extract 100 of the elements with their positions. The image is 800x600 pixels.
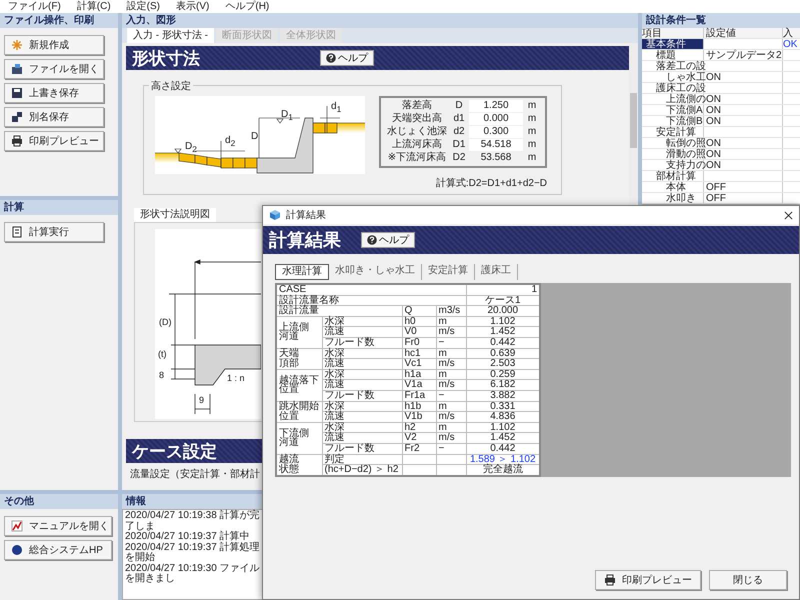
tree-item[interactable]: 落差工の設 (642, 61, 704, 71)
unit-label: m (526, 152, 538, 164)
table-cell: m/s (436, 380, 466, 390)
tree-item[interactable]: 部材計算 (642, 171, 704, 181)
number-field[interactable]: 54.518 (469, 139, 523, 151)
table-cell: m/s (436, 358, 466, 370)
log-entry: 2020/04/27 10:19:37 計算処理を開始 (125, 542, 261, 564)
table-cell: m (436, 422, 466, 433)
setting-value: ON (706, 138, 721, 149)
folder-icon (11, 63, 23, 75)
printer-icon (604, 574, 616, 586)
tree-item[interactable]: 基本条件 (642, 39, 704, 49)
menu-item[interactable]: ファイル(F) (8, 0, 61, 13)
setting-value: OFF (706, 182, 726, 193)
close-icon[interactable] (784, 210, 793, 220)
tree-item[interactable]: 下流側B (642, 116, 704, 126)
toolbar-button[interactable]: 新規作成 (4, 35, 104, 55)
tree-item[interactable]: 転倒の照 (642, 138, 704, 148)
table-cell: V0 (402, 326, 436, 338)
toolbar-button[interactable]: 別名保存 (4, 107, 104, 127)
printer-icon (11, 135, 23, 147)
section-header: その他 (0, 494, 118, 509)
tree-item[interactable]: 上流側の (642, 94, 704, 104)
table-cell: フルード数 (322, 443, 402, 454)
save-as-icon (11, 111, 23, 123)
table-cell: h2 (402, 422, 436, 433)
help-button[interactable]: ヘルプ (361, 232, 415, 248)
setting-value: ON (706, 72, 721, 83)
tab[interactable]: 形状寸法説明図 (134, 208, 216, 222)
setting-value: ON (706, 94, 721, 105)
toolbar-button[interactable]: ファイルを開く (4, 59, 104, 79)
section-header: ファイル操作、印刷 (0, 13, 118, 28)
unit-label: m (526, 126, 538, 138)
tab[interactable]: 安定計算 (422, 264, 475, 280)
table-cell: CASE (276, 284, 466, 296)
setting-value: ON (706, 160, 721, 171)
tree-item[interactable]: 水叩き (642, 193, 704, 203)
table-cell: V1b (402, 412, 436, 422)
table-cell: 水深 (322, 369, 402, 380)
dimension-label: d$_{1}$ (331, 102, 342, 114)
tree-item[interactable]: しゃ水工 (642, 72, 704, 82)
tree-item[interactable]: 護床工の設 (642, 83, 704, 93)
table-cell: フルード数 (322, 390, 402, 402)
tree-item[interactable]: 下流側A (642, 105, 704, 115)
dialog-button[interactable]: 閉じる (709, 570, 787, 590)
section-header: 設計条件一覧 (642, 13, 800, 28)
help-button[interactable]: ヘルプ (320, 50, 374, 66)
symbol-label: D (454, 100, 464, 112)
table-cell: m (436, 316, 466, 327)
tree-item[interactable]: 滑動の照 (642, 149, 704, 159)
table-cell: 0.442 (466, 443, 540, 454)
table-cell: 水深 (322, 401, 402, 412)
table-cell: 20.000 (466, 306, 540, 316)
menu-item[interactable]: 計算(C) (76, 0, 111, 13)
link-button[interactable]: マニュアルを開く (4, 516, 112, 536)
dimension-label: D$_{1}$ (281, 110, 293, 122)
symbol-label: d1 (452, 113, 466, 125)
menu-item[interactable]: 設定(S) (126, 0, 160, 13)
formula-text: 計算式:D2=D1+d1+d2−D (436, 176, 547, 190)
dialog-button[interactable]: 印刷プレビュー (595, 570, 701, 590)
tab[interactable]: 水理計算 (275, 264, 329, 280)
tab[interactable]: 水叩き・しゃ水工 (329, 264, 422, 280)
number-field[interactable]: 0.000 (469, 113, 523, 125)
section-heading: ケース設定 (132, 440, 217, 462)
number-field[interactable]: 1.250 (469, 100, 523, 112)
toolbar-button[interactable]: 上書き保存 (4, 83, 104, 103)
setting-value: OFF (706, 193, 726, 204)
number-field[interactable]: 0.300 (469, 126, 523, 138)
table-cell: − (436, 443, 466, 454)
document-icon (11, 226, 23, 238)
tree-item[interactable]: 標題 (642, 50, 704, 60)
toolbar-button[interactable]: 印刷プレビュー (4, 131, 104, 151)
table-cell: 上流側 河道 (276, 316, 322, 348)
dialog-heading: 計算結果 (269, 229, 341, 252)
dimension-label: (t) (158, 349, 166, 359)
link-button[interactable]: 総合システムHP (4, 540, 112, 560)
table-cell: 0.259 (466, 369, 540, 380)
table-cell: V1a (402, 380, 436, 390)
table-cell: Fr0 (402, 337, 436, 348)
tab[interactable]: 入力 - 形状寸法 - (127, 28, 214, 43)
field-label: 天端突出高 (391, 113, 443, 125)
table-cell: V2 (402, 432, 436, 444)
block-section-drawing (194, 344, 261, 386)
cube-icon (269, 209, 281, 221)
table-cell: h1a (402, 369, 436, 380)
page-heading: 形状寸法 (132, 48, 200, 70)
tree-item[interactable]: 支持力の (642, 160, 704, 170)
group-title: 高さ設定 (149, 79, 193, 93)
unit-label: m (526, 113, 538, 125)
tab[interactable]: 護床工 (475, 264, 518, 280)
table-cell: 設計流量 (276, 306, 402, 316)
tree-item[interactable]: 安定計算 (642, 127, 704, 137)
tree-item[interactable]: 本体 (642, 182, 704, 192)
run-button[interactable]: 計算実行 (4, 222, 104, 242)
table-cell: 流速 (322, 412, 402, 422)
table-cell: 天端 頂部 (276, 348, 322, 370)
menu-item[interactable]: 表示(V) (176, 0, 210, 13)
menu-item[interactable]: ヘルプ(H) (225, 0, 270, 13)
globe-icon (11, 544, 23, 556)
table-cell: 1.102 (466, 316, 540, 327)
